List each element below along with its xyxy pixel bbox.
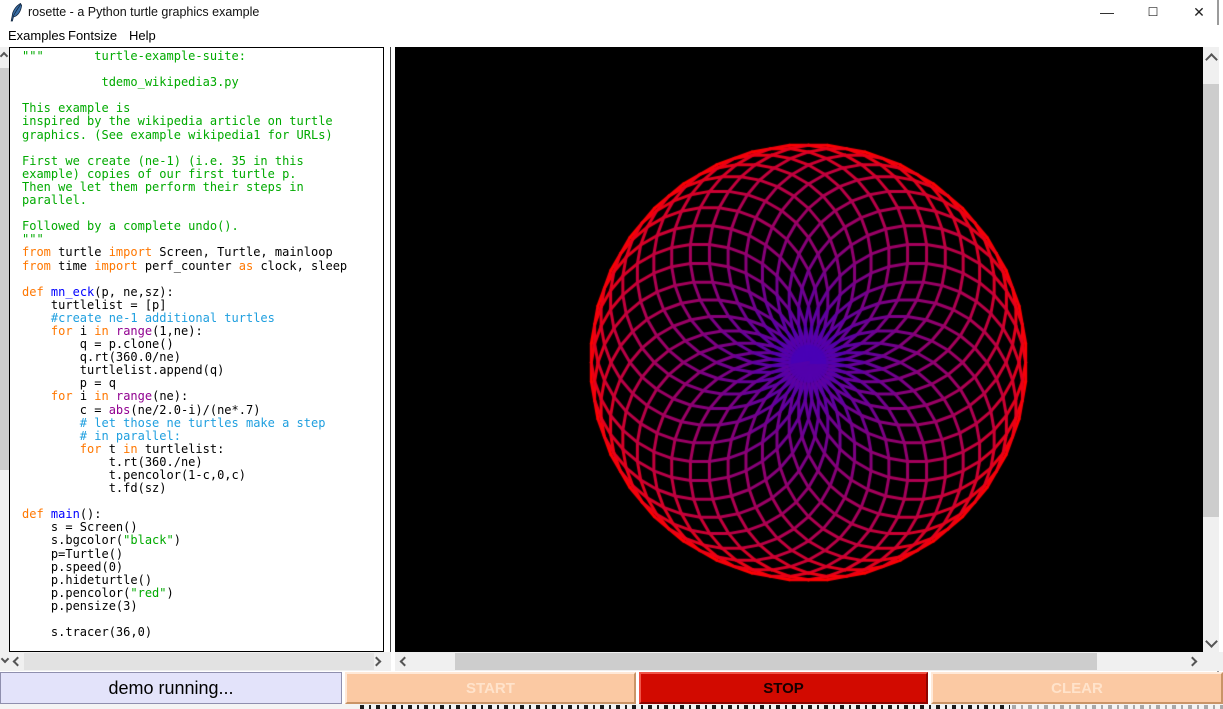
code-horizontal-scrollbar[interactable]: [0, 652, 391, 671]
scroll-left-icon[interactable]: [13, 657, 23, 667]
scroll-down-icon[interactable]: [1205, 635, 1218, 648]
code-vscroll-thumb[interactable]: [0, 68, 9, 470]
menubar: Examples Fontsize Help: [0, 25, 1223, 47]
scrollbar-row: [0, 652, 1223, 671]
clipped-text-fragment: [360, 705, 1010, 709]
canvas-vscroll-thumb[interactable]: [1203, 84, 1219, 517]
feather-app-icon: [9, 3, 23, 22]
turtle-canvas-area: [395, 47, 1203, 652]
clear-button[interactable]: CLEAR: [931, 672, 1223, 704]
code-editor-pane[interactable]: """ turtle-example-suite: tdemo_wikipedi…: [9, 47, 384, 652]
code-hscroll-thumb[interactable]: [24, 653, 374, 670]
window-title: rosette - a Python turtle graphics examp…: [28, 5, 259, 19]
scroll-up-icon[interactable]: [0, 52, 8, 60]
demo-control-bar: demo running... START STOP CLEAR: [0, 672, 1223, 704]
minimize-button[interactable]: —: [1084, 0, 1130, 25]
canvas-horizontal-scrollbar[interactable]: [395, 652, 1203, 671]
close-button[interactable]: ✕: [1176, 0, 1222, 25]
code-lines: """ turtle-example-suite: tdemo_wikipedi…: [10, 48, 383, 652]
main-area: """ turtle-example-suite: tdemo_wikipedi…: [0, 47, 1223, 652]
status-label: demo running...: [0, 672, 342, 704]
canvas-vertical-scrollbar[interactable]: [1203, 47, 1219, 652]
canvas-hscroll-thumb[interactable]: [455, 653, 1097, 670]
menu-item-help[interactable]: Help: [129, 28, 156, 43]
menu-item-fontsize[interactable]: Fontsize: [68, 28, 117, 43]
stop-button[interactable]: STOP: [639, 672, 928, 704]
scroll-left-icon[interactable]: [400, 657, 410, 667]
scroll-down-icon[interactable]: [1, 655, 9, 663]
window-titlebar: rosette - a Python turtle graphics examp…: [0, 0, 1223, 25]
scroll-up-icon[interactable]: [1205, 53, 1218, 66]
start-button[interactable]: START: [345, 672, 636, 704]
scroll-right-icon[interactable]: [1188, 657, 1198, 667]
clipped-text-fragment: [1012, 705, 1223, 709]
code-pane-divider: [384, 47, 391, 652]
maximize-button[interactable]: ☐: [1130, 0, 1176, 25]
code-vertical-scrollbar[interactable]: [0, 47, 9, 652]
turtle-canvas: [395, 47, 1203, 652]
scrollbar-corner: [1203, 652, 1223, 671]
clipped-text-row: [0, 704, 1223, 709]
menu-item-examples[interactable]: Examples: [8, 28, 65, 43]
